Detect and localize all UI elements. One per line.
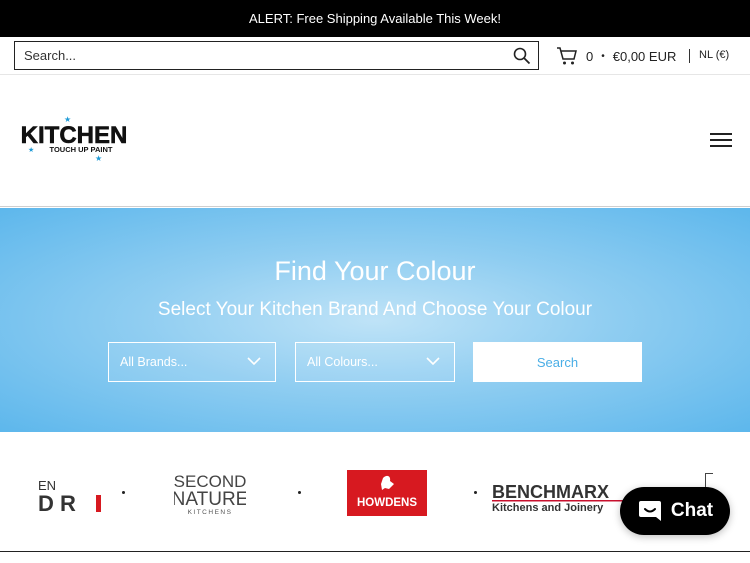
logo-star-icon: ★ <box>64 116 71 124</box>
hero-title: Find Your Colour <box>274 256 476 286</box>
search-icon <box>513 47 531 64</box>
utility-bar: 0 • €0,00 EUR NL (€) <box>0 37 750 75</box>
hamburger-menu-icon[interactable] <box>710 133 732 149</box>
brand-logo-second-nature[interactable]: SECOND NATURE KITCHENS <box>172 469 249 517</box>
kitchen-logo: KITCHEN TOUCH UP PAINT ★ ★ ★ <box>20 115 127 163</box>
logo-star-icon: ★ <box>95 154 102 162</box>
svg-text:HOWDENS: HOWDENS <box>357 497 417 509</box>
colour-search-button[interactable]: Search <box>473 342 642 382</box>
svg-text:NATURE: NATURE <box>174 489 246 510</box>
currency-selector[interactable]: NL (€) <box>699 49 729 61</box>
colour-select[interactable]: All Colours... <box>295 342 455 382</box>
brand-logo-benchmarx[interactable]: BENCHMARX Kitchens and Joinery <box>490 469 640 517</box>
chat-button[interactable]: Chat <box>620 487 730 535</box>
brand-logo-howdens[interactable]: HOWDENS <box>347 470 427 516</box>
search-button[interactable] <box>506 42 538 69</box>
announcement-text: ALERT: Free Shipping Available This Week… <box>249 11 501 26</box>
search-form <box>14 41 539 70</box>
svg-text:KITCHENS: KITCHENS <box>188 509 233 516</box>
announcement-bar: ALERT: Free Shipping Available This Week… <box>0 0 750 37</box>
colour-finder-hero: Find Your Colour Select Your Kitchen Bra… <box>0 208 750 432</box>
search-input[interactable] <box>15 42 506 69</box>
divider <box>689 49 690 63</box>
chevron-down-icon <box>247 357 261 366</box>
svg-text:BENCHMARX: BENCHMARX <box>492 482 609 502</box>
svg-text:Kitchens and Joinery: Kitchens and Joinery <box>492 502 604 514</box>
svg-text:D R: D R <box>38 491 76 516</box>
cart-count: 0 <box>586 48 594 64</box>
site-logo[interactable]: KITCHEN TOUCH UP PAINT ★ ★ ★ <box>18 115 130 163</box>
chat-icon <box>638 501 661 521</box>
cart-total: €0,00 EUR <box>612 48 677 64</box>
cart-link[interactable]: 0 • €0,00 EUR <box>556 45 676 67</box>
cart-icon <box>557 47 577 65</box>
logo-text-sub: TOUCH UP PAINT <box>50 145 113 154</box>
brand-select-value: All Brands... <box>120 355 188 369</box>
hero-subtitle: Select Your Kitchen Brand And Choose You… <box>157 299 593 320</box>
brand-logo-magnet[interactable]: EN D R <box>38 469 104 517</box>
colour-select-value: All Colours... <box>307 355 378 369</box>
brand-select[interactable]: All Brands... <box>108 342 276 382</box>
cart-separator: • <box>601 50 605 62</box>
site-header: KITCHEN TOUCH UP PAINT ★ ★ ★ <box>0 76 750 207</box>
carousel-separator <box>298 491 301 494</box>
carousel-separator <box>474 491 477 494</box>
logo-star-icon: ★ <box>28 146 34 154</box>
carousel-separator <box>122 491 125 494</box>
chevron-down-icon <box>426 357 440 366</box>
chat-label: Chat <box>670 500 714 521</box>
